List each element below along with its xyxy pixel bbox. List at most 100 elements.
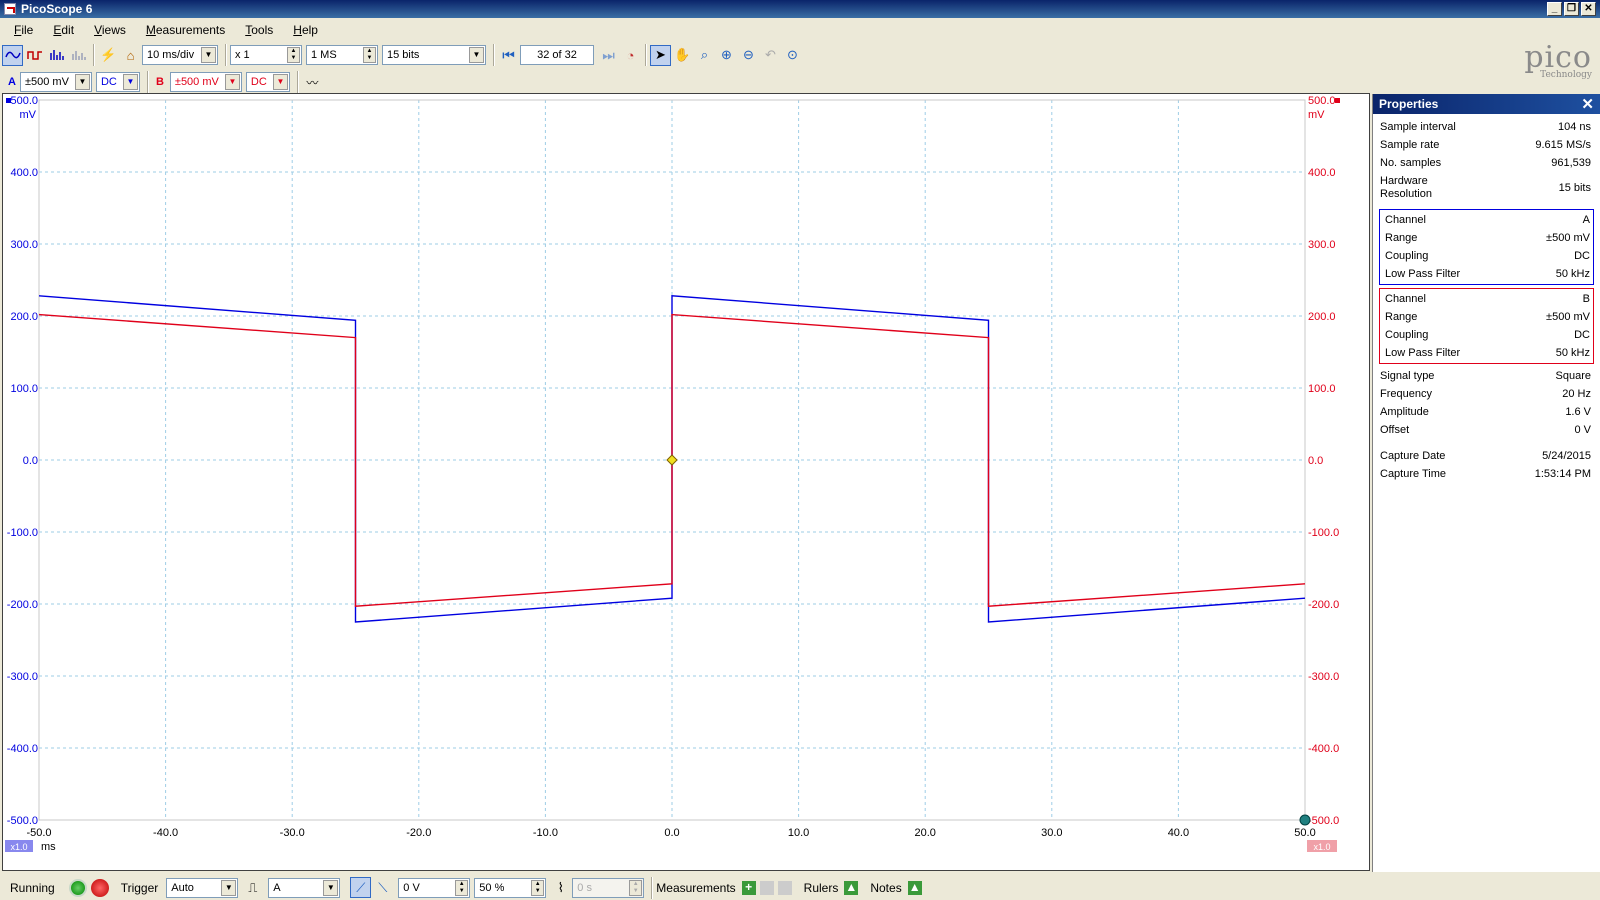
channel-a-coupling-select[interactable]: DC ▼: [95, 72, 140, 92]
home-icon[interactable]: ⌂: [120, 45, 141, 66]
menu-help[interactable]: Help: [293, 23, 318, 37]
y-tick-label-a: 100.0: [10, 383, 38, 395]
close-icon[interactable]: ✕: [1581, 95, 1594, 113]
x-tick-label: -10.0: [533, 827, 558, 839]
x-tick-label: -50.0: [26, 827, 51, 839]
ruler-handle: [1299, 814, 1311, 826]
x-tick-label: 40.0: [1168, 827, 1189, 839]
channel-b-range-select[interactable]: ±500 mV ▼: [169, 72, 242, 92]
scope-mode-icon[interactable]: [2, 44, 23, 66]
y-tick-label-a: -500.0: [7, 815, 38, 827]
auto-setup-icon[interactable]: ⚡: [98, 45, 119, 66]
status-bar: Running Trigger Auto ▼ ⎍ A ▼ ⟋ ⟍ 0 V ▲ ▼ 50 …: [0, 875, 1600, 900]
channel-b-properties: Channel B Range ±500 mV Coupling DC Low Pas…: [1379, 288, 1594, 364]
menu-edit[interactable]: Edit: [53, 23, 74, 37]
properties-header: Properties ✕: [1373, 94, 1600, 114]
y-tick-label-b: 400.0: [1308, 167, 1336, 179]
capture-properties: Capture Date 5/24/2015 Capture Time 1:53:1…: [1380, 450, 1591, 480]
y-tick-label-b: -400.0: [1308, 743, 1339, 755]
channel-a-label: A: [8, 76, 16, 88]
buffer-overview-icon[interactable]: ◔: [620, 45, 641, 66]
y-tick-label-b: 0.0: [1308, 455, 1323, 467]
y-tick-label-b: 500.0: [1308, 95, 1336, 107]
trigger-source-select[interactable]: A ▼: [268, 877, 341, 898]
menu-views[interactable]: Views: [94, 23, 126, 37]
resolution-select[interactable]: 15 bits ▼: [382, 45, 486, 65]
spin-arrows-icon: ▲ ▼: [363, 47, 376, 63]
scope-view[interactable]: 500.0 500.0 400.0 400.0 300.0 300.0 200.0 200.0…: [2, 93, 1370, 871]
stop-icon[interactable]: [90, 878, 109, 897]
chevron-down-icon: ▼: [469, 47, 484, 63]
channel-b-label: B: [155, 76, 164, 88]
undo-zoom-icon[interactable]: ↶: [760, 45, 781, 66]
trigger-level-stepper[interactable]: 0 V ▲ ▼: [398, 877, 471, 898]
rulers-settings-icon[interactable]: ▲: [844, 880, 859, 895]
buffer-navigator[interactable]: 32 of 32: [520, 45, 594, 65]
zoom-fit-icon[interactable]: ⊙: [782, 45, 803, 66]
x-tick-label: 20.0: [914, 827, 935, 839]
first-buffer-icon[interactable]: ⏮: [498, 45, 519, 66]
delay-stepper: 0 s ▲ ▼: [572, 877, 645, 898]
title-bar: PicoScope 6 _ ❐ ✕: [0, 0, 1600, 18]
trigger-label: Trigger: [120, 880, 159, 895]
hand-tool-icon[interactable]: ✋: [672, 45, 693, 66]
zoom-stepper[interactable]: x 1 ▲ ▼: [230, 45, 302, 65]
rising-edge-icon[interactable]: ⟋: [350, 877, 372, 898]
zoom-out-icon[interactable]: ⊖: [738, 45, 759, 66]
restore-button[interactable]: ❐: [1564, 2, 1579, 16]
add-measurement-icon[interactable]: +: [741, 880, 756, 895]
x-tick-label: 50.0: [1294, 827, 1315, 839]
y-tick-label-b: 100.0: [1308, 383, 1336, 395]
properties-panel: Properties ✕ Sample interval 104 ns Sampl…: [1372, 94, 1600, 872]
y-tick-label-a: 200.0: [10, 311, 38, 323]
spectrum-mode-icon[interactable]: [46, 45, 67, 66]
x-tick-label: -40.0: [153, 827, 178, 839]
x-tick-label: 0.0: [664, 827, 679, 839]
y-tick-label-b: 200.0: [1308, 311, 1336, 323]
signal-properties: Signal type Square Frequency 20 Hz Amplitu…: [1380, 370, 1591, 436]
y-tick-label-a: -200.0: [7, 599, 38, 611]
persistence-mode-icon[interactable]: [24, 45, 45, 66]
y-tick-label-a: -100.0: [7, 527, 38, 539]
zoom-area-icon[interactable]: ⌕: [694, 45, 715, 66]
scope-plot[interactable]: 500.0 500.0 400.0 400.0 300.0 300.0 200.0 200.0…: [3, 94, 1369, 870]
main-toolbar: ⚡ ⌂ 10 ms/div ▼ x 1 ▲ ▼ 1 MS ▲ ▼ 15 bits ▼ ⏮ 3…: [0, 42, 1600, 68]
pre-trigger-stepper[interactable]: 50 % ▲ ▼: [474, 877, 547, 898]
spin-arrows-icon: ▲ ▼: [629, 879, 643, 896]
start-icon[interactable]: [68, 878, 87, 897]
chevron-down-icon: ▼: [122, 74, 138, 90]
menu-measurements[interactable]: Measurements: [146, 23, 225, 37]
channel-b-coupling-select[interactable]: DC ▼: [245, 72, 290, 92]
trigger-mode-select[interactable]: Auto ▼: [166, 877, 239, 898]
next-buffer-icon[interactable]: ⏭: [598, 45, 619, 66]
notes-icon[interactable]: ▲: [907, 880, 922, 895]
y-tick-label-a: 400.0: [10, 167, 38, 179]
advanced-trigger-icon[interactable]: ⎍: [242, 877, 263, 898]
falling-edge-icon[interactable]: ⟍: [372, 877, 393, 898]
timebase-select[interactable]: 10 ms/div ▼: [142, 45, 218, 65]
pointer-tool-icon[interactable]: ➤: [650, 44, 671, 66]
trigger-delay-icon[interactable]: ⌇: [550, 877, 571, 898]
chevron-down-icon: ▼: [224, 74, 240, 90]
y-tick-label-a: -300.0: [7, 671, 38, 683]
trigger-marker: [666, 454, 678, 466]
close-window-button[interactable]: ✕: [1581, 2, 1596, 16]
general-properties: Sample interval 104 ns Sample rate 9.615 M…: [1380, 121, 1591, 200]
menu-file[interactable]: File: [14, 23, 33, 37]
minimize-button[interactable]: _: [1547, 2, 1562, 16]
picoscope-app-icon: [4, 3, 16, 15]
menu-tools[interactable]: Tools: [245, 23, 273, 37]
spin-arrows-icon: ▲ ▼: [455, 879, 469, 896]
samples-stepper[interactable]: 1 MS ▲ ▼: [306, 45, 378, 65]
window-title: PicoScope 6: [21, 2, 93, 16]
channel-b-zoom-text: x1.0: [1313, 842, 1330, 852]
y-tick-label-a: 300.0: [10, 239, 38, 251]
chevron-down-icon: ▼: [323, 879, 339, 896]
math-channel-icon[interactable]: 〰: [302, 72, 323, 93]
zoom-in-icon[interactable]: ⊕: [716, 45, 737, 66]
channel-a-range-select[interactable]: ±500 mV ▼: [19, 72, 92, 92]
spectrum-view-icon[interactable]: [68, 45, 89, 66]
y-tick-label-a: 500.0: [10, 95, 38, 107]
y-tick-label-b: -300.0: [1308, 671, 1339, 683]
channel-a-properties: Channel A Range ±500 mV Coupling DC Low Pas…: [1379, 209, 1594, 285]
